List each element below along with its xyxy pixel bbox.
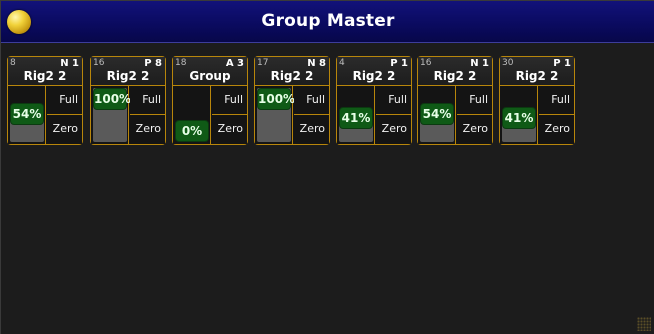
group-id: 30 xyxy=(502,58,514,68)
full-button[interactable]: Full xyxy=(212,86,247,115)
group-id: 17 xyxy=(257,58,269,68)
window-title: Group Master xyxy=(261,11,395,31)
group-tag: N 1 xyxy=(60,58,79,69)
full-button[interactable]: Full xyxy=(376,86,411,115)
level-value[interactable]: 100% xyxy=(93,88,131,110)
fader-header[interactable]: 18 A 3 Group xyxy=(173,57,247,86)
group-name: Rig2 2 xyxy=(352,69,396,83)
fader-header[interactable]: 8 N 1 Rig2 2 xyxy=(8,57,82,86)
group-tag: A 3 xyxy=(225,58,244,69)
fader-level[interactable]: 100% xyxy=(91,86,131,144)
title-bar[interactable]: Group Master xyxy=(1,1,654,43)
zero-button[interactable]: Zero xyxy=(457,115,492,144)
group-tag: P 8 xyxy=(144,58,162,69)
fader-level[interactable]: 0% xyxy=(173,86,211,144)
zero-button[interactable]: Zero xyxy=(376,115,411,144)
group-name: Rig2 2 xyxy=(270,69,314,83)
group-name: Rig2 2 xyxy=(106,69,150,83)
group-name: Rig2 2 xyxy=(515,69,559,83)
group-id: 8 xyxy=(10,58,16,68)
zero-button[interactable]: Zero xyxy=(130,115,165,144)
fader-header[interactable]: 4 P 1 Rig2 2 xyxy=(337,57,411,86)
fader-level[interactable]: 100% xyxy=(255,86,295,144)
group-fader[interactable]: 16 P 8 Rig2 2 100% Full Zero xyxy=(90,56,166,145)
full-button[interactable]: Full xyxy=(47,86,82,115)
fader-level[interactable]: 54% xyxy=(418,86,456,144)
group-tag: P 1 xyxy=(553,58,571,69)
group-name: Rig2 2 xyxy=(23,69,67,83)
zero-button[interactable]: Zero xyxy=(294,115,329,144)
zero-button[interactable]: Zero xyxy=(212,115,247,144)
group-fader[interactable]: 18 A 3 Group 0% Full Zero xyxy=(172,56,248,145)
group-name: Group xyxy=(189,69,231,83)
fader-header[interactable]: 30 P 1 Rig2 2 xyxy=(500,57,574,86)
fader-header[interactable]: 16 P 8 Rig2 2 xyxy=(91,57,165,86)
full-button[interactable]: Full xyxy=(457,86,492,115)
fader-level[interactable]: 41% xyxy=(337,86,375,144)
fader-header[interactable]: 17 N 8 Rig2 2 xyxy=(255,57,329,86)
full-button[interactable]: Full xyxy=(130,86,165,115)
fader-header[interactable]: 16 N 1 Rig2 2 xyxy=(418,57,492,86)
zero-button[interactable]: Zero xyxy=(539,115,574,144)
group-tag: N 1 xyxy=(470,58,489,69)
fader-area: 8 N 1 Rig2 2 54% Full Zero 16 P 8 Rig2 2… xyxy=(1,43,654,334)
level-value[interactable]: 0% xyxy=(175,120,209,142)
full-button[interactable]: Full xyxy=(539,86,574,115)
full-button[interactable]: Full xyxy=(294,86,329,115)
group-master-window: Group Master 8 N 1 Rig2 2 54% Full Zero … xyxy=(0,0,654,334)
group-fader[interactable]: 16 N 1 Rig2 2 54% Full Zero xyxy=(417,56,493,145)
level-value[interactable]: 54% xyxy=(10,103,44,125)
group-fader[interactable]: 17 N 8 Rig2 2 100% Full Zero xyxy=(254,56,330,145)
group-id: 4 xyxy=(339,58,345,68)
fader-level[interactable]: 54% xyxy=(8,86,46,144)
group-id: 16 xyxy=(93,58,105,68)
level-value[interactable]: 41% xyxy=(502,107,536,129)
zero-button[interactable]: Zero xyxy=(47,115,82,144)
fader-level[interactable]: 41% xyxy=(500,86,538,144)
level-value[interactable]: 54% xyxy=(420,103,454,125)
group-id: 18 xyxy=(175,58,187,68)
group-tag: N 8 xyxy=(307,58,326,69)
group-name: Rig2 2 xyxy=(433,69,477,83)
level-value[interactable]: 100% xyxy=(257,88,295,110)
group-tag: P 1 xyxy=(390,58,408,69)
group-id: 16 xyxy=(420,58,432,68)
group-fader[interactable]: 30 P 1 Rig2 2 41% Full Zero xyxy=(499,56,575,145)
group-fader[interactable]: 8 N 1 Rig2 2 54% Full Zero xyxy=(7,56,83,145)
group-fader[interactable]: 4 P 1 Rig2 2 41% Full Zero xyxy=(336,56,412,145)
resize-grip-icon[interactable] xyxy=(637,317,651,331)
level-value[interactable]: 41% xyxy=(339,107,373,129)
